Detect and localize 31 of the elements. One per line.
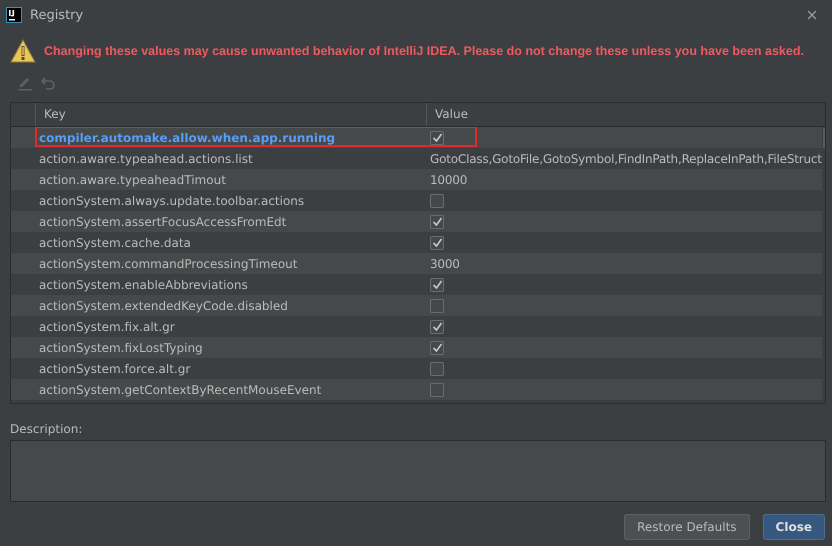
key-cell[interactable]: action.aware.typeahead.actions.list	[35, 152, 426, 166]
key-cell[interactable]: action.aware.typeaheadTimout	[35, 172, 426, 186]
value-cell: 3000	[430, 256, 460, 270]
checkbox[interactable]	[430, 362, 444, 376]
checkbox[interactable]	[430, 278, 444, 292]
checkbox[interactable]	[430, 130, 444, 144]
checkbox[interactable]	[430, 236, 444, 250]
warning-message: Changing these values may cause unwanted behavior of IntelliJ IDEA. Please do not change these unless you have been asked.	[44, 44, 804, 58]
checkbox[interactable]	[430, 320, 444, 334]
key-cell[interactable]: actionSystem.commandProcessingTimeout	[35, 256, 426, 270]
checkbox[interactable]	[430, 382, 444, 396]
warning-icon	[10, 39, 36, 63]
value-cell: 10000	[430, 172, 468, 186]
description-label: Description:	[9, 421, 84, 438]
close-button[interactable]: Close	[762, 514, 825, 540]
window-title: Registry	[30, 8, 84, 22]
checkbox[interactable]	[430, 194, 444, 208]
column-header: Value	[434, 106, 469, 123]
column-header: Key	[36, 103, 427, 126]
key-cell[interactable]: actionSystem.cache.data	[35, 236, 426, 250]
key-cell[interactable]: actionSystem.enableAbbreviations	[35, 278, 426, 292]
close-icon[interactable]	[806, 9, 818, 21]
restore-defaults-button[interactable]: Restore Defaults	[624, 514, 750, 540]
key-cell[interactable]: actionSystem.fix.alt.gr	[35, 320, 426, 334]
key-cell[interactable]: actionSystem.force.alt.gr	[35, 362, 426, 376]
checkbox[interactable]	[430, 214, 444, 228]
checkbox[interactable]	[430, 340, 444, 354]
app-logo-icon	[6, 7, 22, 23]
value-cell: GotoClass,GotoFile,GotoSymbol,FindInPath,ReplaceInPath,FileStruct	[430, 152, 822, 166]
key-cell[interactable]: actionSystem.always.update.toolbar.actions	[35, 194, 426, 208]
checkbox[interactable]	[430, 298, 444, 312]
